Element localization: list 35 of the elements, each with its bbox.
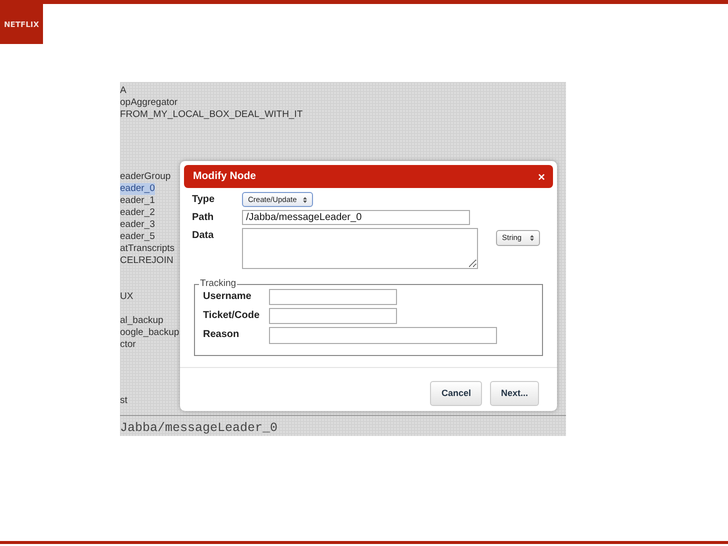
path-text: Jabba/messageLeader_0 <box>120 421 278 435</box>
tree-item[interactable]: eader_5 <box>120 231 155 243</box>
tree-item[interactable]: eader_1 <box>120 195 155 207</box>
tree-item[interactable]: atTranscripts <box>120 243 175 255</box>
tree-item[interactable]: opAggregator <box>120 97 178 109</box>
fieldset-legend: Tracking <box>199 279 238 289</box>
next-button[interactable]: Next... <box>490 380 539 406</box>
tree-item[interactable]: eader_0 <box>120 183 155 195</box>
tree-item[interactable]: al_backup <box>120 315 164 327</box>
field-label: Path <box>192 211 215 226</box>
tree-item[interactable]: oogle_backup <box>120 327 180 339</box>
tree-item[interactable]: A <box>120 85 126 97</box>
data-field[interactable] <box>242 228 478 270</box>
tree-item[interactable]: eader_3 <box>120 219 155 231</box>
field-label: Username <box>203 290 252 304</box>
select-arrows-icon <box>302 196 307 203</box>
cancel-button[interactable]: Cancel <box>430 380 482 406</box>
tree-item[interactable]: CELREJOIN <box>120 255 174 267</box>
tree-item[interactable]: eader_2 <box>120 207 155 219</box>
tree-item[interactable]: UX <box>120 291 134 303</box>
text-field[interactable] <box>269 326 497 344</box>
field-label: Type <box>192 193 216 207</box>
text-field[interactable] <box>269 288 397 305</box>
select-arrows-icon <box>530 234 534 241</box>
tree-item[interactable]: FROM_MY_LOCAL_BOX_DEAL_WITH_IT <box>120 109 303 121</box>
path-field[interactable]: /Jabba/messageLeader_0 <box>242 210 470 226</box>
field-label: Data <box>192 229 215 244</box>
text-field[interactable] <box>269 308 397 324</box>
close-button[interactable]: × <box>538 170 545 182</box>
field-label: Reason <box>203 328 240 342</box>
field-label: Ticket/Code <box>203 308 260 323</box>
dialog-title: Modify Node <box>193 168 256 184</box>
tree-item[interactable]: st <box>120 395 128 407</box>
tree-item[interactable]: eaderGroup <box>120 171 171 183</box>
tree-item[interactable]: ctor <box>120 339 136 351</box>
